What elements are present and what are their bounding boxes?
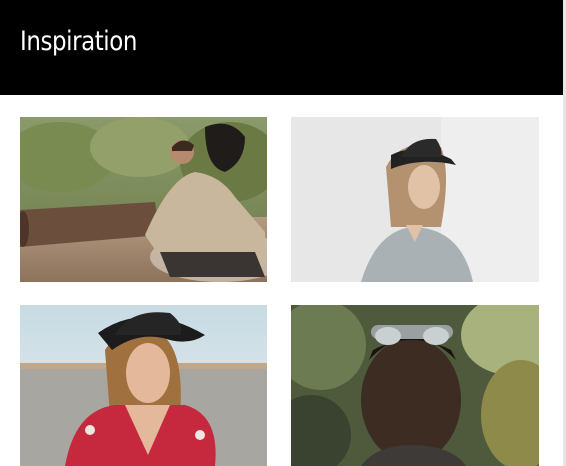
gallery-photo-man-forest[interactable]: [291, 305, 539, 466]
photo-woman-hat-lake-image: [20, 305, 267, 466]
gallery-photo-woman-grey[interactable]: [291, 117, 539, 282]
page-title: Inspiration: [20, 26, 138, 57]
photo-woman-hat-grey-image: [291, 117, 539, 282]
photo-man-sunglasses-forest-image: [291, 305, 539, 466]
gallery-photo-man-desert[interactable]: [20, 117, 267, 282]
gallery-photo-woman-lake[interactable]: [20, 305, 267, 466]
photo-man-hat-desert-image: [20, 117, 267, 282]
page-header: Inspiration: [0, 0, 563, 95]
